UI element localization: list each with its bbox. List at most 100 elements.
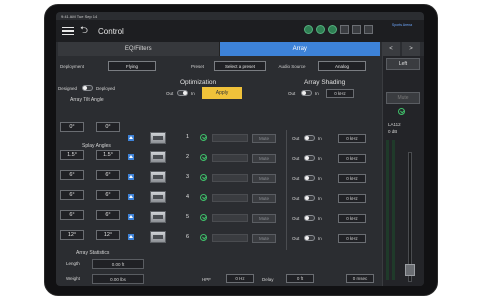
optimization-in-label: In: [191, 91, 195, 96]
gain-fader-track[interactable]: [408, 152, 412, 282]
level-bar: [212, 154, 248, 162]
speaker-cabinet-icon: [150, 231, 166, 243]
preset-label: Preset: [190, 63, 204, 69]
row-out-label: Out: [292, 236, 300, 241]
cabinet-number: 3: [186, 174, 190, 180]
row-toggle[interactable]: [304, 135, 315, 141]
level-bar: [212, 174, 248, 182]
mute-button[interactable]: Mute: [252, 174, 276, 183]
row-toggle[interactable]: [304, 215, 315, 221]
splay-designed-2[interactable]: 6°: [60, 170, 84, 180]
splay-deployed-2[interactable]: 6°: [96, 170, 120, 180]
back-arrow-icon[interactable]: ⮌: [80, 23, 88, 40]
splay-up-icon[interactable]: [128, 135, 134, 141]
splay-designed-3[interactable]: 6°: [60, 190, 84, 200]
mute-button[interactable]: Mute: [252, 214, 276, 223]
status-bar: 9:41 AM Tue Sep 14: [56, 12, 424, 20]
shading-out-label: Out: [288, 91, 296, 96]
mute-button[interactable]: Mute: [252, 154, 276, 163]
venue-label[interactable]: Sports Arena: [385, 23, 419, 37]
splay-up-icon[interactable]: [128, 174, 134, 180]
splay-up-icon[interactable]: [128, 234, 134, 240]
settings-icon[interactable]: [364, 25, 373, 34]
prev-button[interactable]: <: [382, 42, 400, 56]
check-icon: [200, 194, 207, 201]
row-in-label: In: [318, 216, 322, 221]
length-label: Length: [66, 261, 80, 266]
shading-toggle[interactable]: [301, 90, 312, 96]
speaker-cabinet-icon: [150, 191, 166, 203]
optimization-toggle[interactable]: [177, 90, 188, 96]
row-out-label: Out: [292, 176, 300, 181]
splay-designed-4[interactable]: 6°: [60, 210, 84, 220]
splay-heading: Splay Angles: [82, 143, 111, 149]
mute-button[interactable]: Mute: [252, 134, 276, 143]
preset-select[interactable]: Select a preset: [214, 61, 266, 71]
splay-up-icon[interactable]: [128, 154, 134, 160]
splay-deployed-3[interactable]: 6°: [96, 190, 120, 200]
delay-msec-field[interactable]: 0 msec: [346, 274, 374, 283]
weight-label: Weight: [66, 276, 80, 281]
check-icon: [200, 234, 207, 241]
row-toggle[interactable]: [304, 195, 315, 201]
audio-source-select[interactable]: Analog: [318, 61, 366, 71]
row-in-label: In: [318, 136, 322, 141]
row-khz-field[interactable]: 0 kHz: [338, 194, 366, 203]
splay-deployed-5[interactable]: 12°: [96, 230, 120, 240]
row-in-label: In: [318, 196, 322, 201]
designed-deployed-toggle[interactable]: [82, 85, 93, 91]
speaker-cabinet-icon: [150, 211, 166, 223]
optimization-heading: Optimization: [180, 79, 217, 86]
hpf-field[interactable]: 0 Hz: [226, 274, 254, 283]
next-button[interactable]: >: [402, 42, 420, 56]
splay-deployed-4[interactable]: 6°: [96, 210, 120, 220]
cabinet-number: 1: [186, 134, 190, 140]
channel-mute-button[interactable]: Mute: [386, 92, 420, 104]
splay-up-icon[interactable]: [128, 214, 134, 220]
tilt-deployed-field[interactable]: 0°: [96, 122, 120, 132]
window-icon[interactable]: [352, 25, 361, 34]
splay-designed-1[interactable]: 1.5°: [60, 150, 84, 160]
splay-deployed-1[interactable]: 1.5°: [96, 150, 120, 160]
check-icon: [200, 134, 207, 141]
row-toggle[interactable]: [304, 235, 315, 241]
column-divider: [286, 130, 287, 250]
status-ok-icon[interactable]: [316, 25, 325, 34]
level-bar: [212, 194, 248, 202]
sync-icon[interactable]: [328, 25, 337, 34]
hpf-label: HPF: [202, 277, 211, 282]
deployment-select[interactable]: Flying: [108, 61, 156, 71]
side-select-button[interactable]: Left: [386, 58, 420, 70]
optimization-out-label: Out: [166, 91, 174, 96]
splay-designed-5[interactable]: 12°: [60, 230, 84, 240]
delay-label: Delay: [262, 277, 274, 282]
cabinet-number: 4: [186, 194, 190, 200]
delay-ft-field[interactable]: 0 ft: [286, 274, 314, 283]
shading-khz-field[interactable]: 0 kHz: [326, 89, 354, 98]
splay-up-icon[interactable]: [128, 194, 134, 200]
row-khz-field[interactable]: 0 kHz: [338, 174, 366, 183]
check-icon: [200, 154, 207, 161]
row-khz-field[interactable]: 0 kHz: [338, 154, 366, 163]
row-out-label: Out: [292, 156, 300, 161]
row-khz-field[interactable]: 0 kHz: [338, 134, 366, 143]
hamburger-menu-icon[interactable]: [62, 26, 74, 36]
row-khz-field[interactable]: 0 kHz: [338, 234, 366, 243]
tilt-designed-field[interactable]: 0°: [60, 122, 84, 132]
speaker-cabinet-icon: [150, 132, 166, 144]
row-in-label: In: [318, 176, 322, 181]
row-khz-field[interactable]: 0 kHz: [338, 214, 366, 223]
apply-button[interactable]: Apply: [202, 87, 242, 99]
tab-array[interactable]: Array: [219, 42, 380, 56]
tab-eq-filters[interactable]: EQ/Filters: [58, 42, 220, 56]
gain-fader-knob[interactable]: [405, 264, 415, 276]
gain-label: 0 dB: [388, 129, 398, 134]
grid-icon[interactable]: [340, 25, 349, 34]
status-time: 9:41 AM Tue Sep 14: [61, 14, 98, 19]
row-in-label: In: [318, 236, 322, 241]
row-toggle[interactable]: [304, 155, 315, 161]
filter-icon[interactable]: [304, 25, 313, 34]
mute-button[interactable]: Mute: [252, 194, 276, 203]
mute-button[interactable]: Mute: [252, 234, 276, 243]
row-toggle[interactable]: [304, 175, 315, 181]
